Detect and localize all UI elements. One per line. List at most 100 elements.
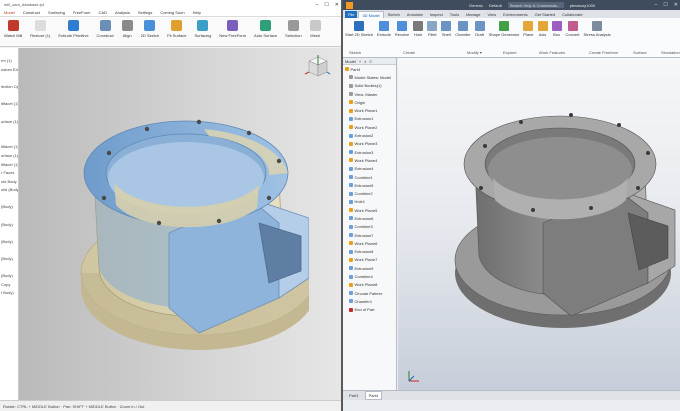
ribbon-tab[interactable]: Tools (447, 11, 462, 18)
browser-tree-item[interactable]: End of Part (343, 306, 396, 314)
ribbon-tab[interactable]: Get Started (532, 11, 558, 18)
feature-tree-item[interactable] (0, 108, 18, 117)
ribbon-tab[interactable]: View (485, 11, 500, 18)
left-ribbon-button[interactable]: Fit Surface (167, 20, 186, 38)
browser-tree-item[interactable]: Combine4 (343, 272, 396, 280)
right-ribbon-button[interactable]: Revolve (395, 21, 409, 37)
browser-tree-item[interactable]: Work Plane6 (343, 239, 396, 247)
feature-tree-item[interactable] (0, 228, 18, 237)
left-ribbon-button[interactable]: New FreeForm (219, 20, 246, 38)
browser-tree-item[interactable]: Combine1 (343, 173, 396, 181)
feature-tree-item[interactable]: old Body (0, 177, 18, 186)
feature-tree-item[interactable]: (Body) (0, 203, 18, 212)
mesh-part-model[interactable] (69, 103, 309, 373)
feature-tree-item[interactable] (0, 91, 18, 100)
right-title-item[interactable]: Default (489, 3, 502, 8)
browser-tree-item[interactable]: Circular Pattern (343, 289, 396, 297)
left-menu-item[interactable]: Coming Soon (160, 10, 184, 15)
left-menu-item[interactable]: Analysis (115, 10, 130, 15)
browser-tree-item[interactable]: Extrusion6 (343, 214, 396, 222)
right-ribbon-button[interactable]: Hole (413, 21, 424, 37)
right-ribbon-button[interactable]: Box (551, 21, 562, 37)
right-ribbon-button[interactable]: Draft (474, 21, 485, 37)
feature-tree-item[interactable]: olid (Body) (0, 186, 18, 195)
cad-part-model[interactable] (453, 98, 680, 348)
browser-menu-icon[interactable]: ≡ (370, 59, 372, 64)
left-ribbon-button[interactable]: Construct (97, 20, 114, 38)
ribbon-tab[interactable]: Sketch (385, 11, 403, 18)
left-ribbon-button[interactable]: Mesh (309, 20, 321, 38)
feature-tree-item[interactable]: ltifacet (1) (0, 100, 18, 109)
feature-tree-item[interactable] (0, 306, 18, 315)
help-search-input[interactable]: Search Help & Commands... (507, 2, 564, 8)
feature-tree-item[interactable] (0, 125, 18, 134)
feature-tree-item[interactable]: ltifacet (1) (0, 160, 18, 169)
ribbon-tab[interactable]: 3D Model (358, 11, 384, 18)
feature-tree-item[interactable] (0, 297, 18, 306)
user-name[interactable]: ptmasury1000 (570, 3, 595, 8)
ribbon-tab[interactable]: Inspect (427, 11, 446, 18)
left-ribbon-button[interactable]: Auto Surface (254, 20, 277, 38)
left-menu-item[interactable]: FreeForm (73, 10, 91, 15)
feature-tree-item[interactable]: rm (1) (0, 57, 18, 66)
feature-tree-item[interactable] (0, 134, 18, 143)
left-menu-item[interactable]: Help (193, 10, 201, 15)
left-close-button[interactable]: ✕ (335, 2, 339, 8)
browser-tree-item[interactable]: Extrusion4 (343, 165, 396, 173)
right-minimize-button[interactable]: – (655, 2, 658, 8)
feature-tree-item[interactable] (0, 194, 18, 203)
browser-search-icon[interactable]: ⌕ (364, 59, 366, 64)
right-ribbon-button[interactable]: Convert (566, 21, 580, 37)
browser-tree-item[interactable]: Extrusion3 (343, 148, 396, 156)
right-ribbon-button[interactable]: Fillet (427, 21, 438, 37)
feature-tree-item[interactable] (0, 366, 18, 375)
ribbon-tab[interactable]: Collaborate (559, 11, 585, 18)
browser-tree-item[interactable]: Extrusion1 (343, 115, 396, 123)
feature-tree-item[interactable] (0, 392, 18, 400)
right-viewport[interactable] (398, 58, 680, 390)
browser-tree-item[interactable]: Extrusion5 (343, 181, 396, 189)
left-minimize-button[interactable]: – (316, 2, 319, 8)
feature-tree-item[interactable] (0, 323, 18, 332)
browser-tree-item[interactable]: Work Plane2 (343, 123, 396, 131)
left-ribbon-button[interactable]: Selection (285, 20, 302, 38)
feature-tree-item[interactable]: (Body) (0, 237, 18, 246)
left-ribbon-button[interactable]: Surfacing (194, 20, 211, 38)
right-ribbon-button[interactable]: Shape Generator (489, 21, 519, 37)
ribbon-tab[interactable]: Manage (463, 11, 483, 18)
browser-tree-item[interactable]: Part4 (343, 65, 396, 73)
feature-tree-item[interactable] (0, 246, 18, 255)
browser-tree-item[interactable]: Work Plane8 (343, 281, 396, 289)
feature-tree-item[interactable]: ltifacet (1) (0, 143, 18, 152)
browser-tree-item[interactable]: Work Plane3 (343, 140, 396, 148)
browser-tree-item[interactable]: Extrusion7 (343, 231, 396, 239)
browser-tree-item[interactable]: Extrusion8 (343, 248, 396, 256)
browser-tree-item[interactable]: Extrusion2 (343, 131, 396, 139)
feature-tree-item[interactable]: urface (1) (0, 151, 18, 160)
feature-tree-item[interactable]: r Faces (0, 168, 18, 177)
feature-tree-item[interactable] (0, 314, 18, 323)
feature-tree-item[interactable] (0, 263, 18, 272)
feature-tree-item[interactable] (0, 375, 18, 384)
feature-tree-item[interactable] (0, 357, 18, 366)
browser-tree-item[interactable]: Origin (343, 98, 396, 106)
feature-tree-item[interactable]: (Body) (0, 271, 18, 280)
left-ribbon-button[interactable]: Extrude Primitive (58, 20, 89, 38)
feature-tree-item[interactable]: Copy (0, 280, 18, 289)
left-maximize-button[interactable]: ☐ (324, 2, 328, 8)
browser-tree-item[interactable]: Model States: Model (343, 73, 396, 81)
browser-tree-item[interactable]: Solid Bodies(1) (343, 82, 396, 90)
browser-tree-item[interactable]: View: Master (343, 90, 396, 98)
ribbon-tab[interactable]: Environments (500, 11, 530, 18)
feature-tree-item[interactable] (0, 48, 18, 57)
browser-tree-item[interactable]: Work Plane5 (343, 206, 396, 214)
right-title-item[interactable]: Generic (469, 3, 483, 8)
document-tab[interactable]: Part4 (364, 391, 383, 400)
feature-tree-item[interactable] (0, 211, 18, 220)
left-menu-item[interactable]: Model (4, 10, 15, 15)
ribbon-tab[interactable]: Annotate (404, 11, 426, 18)
browser-tree-item[interactable]: Work Plane1 (343, 106, 396, 114)
view-cube-icon[interactable] (305, 54, 331, 80)
left-menu-item[interactable]: Surfacing (48, 10, 65, 15)
left-menu-item[interactable]: CAD (99, 10, 107, 15)
